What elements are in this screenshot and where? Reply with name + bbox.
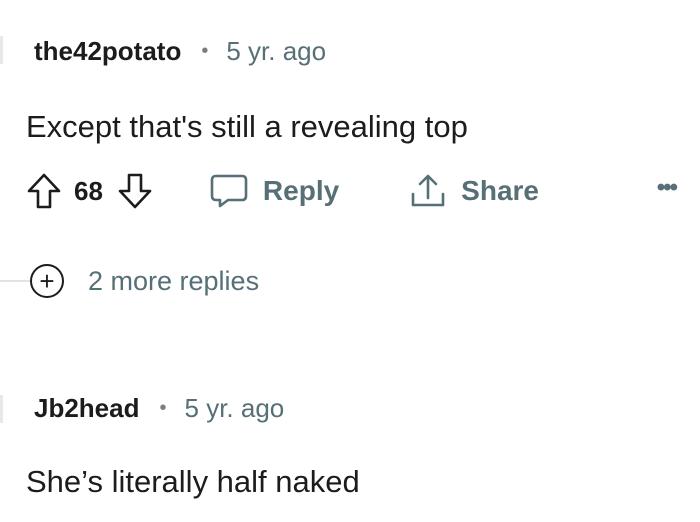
separator-dot: •	[201, 40, 209, 62]
vote-group: 68	[26, 172, 153, 210]
vote-count: 68	[74, 175, 103, 206]
thread-connector	[0, 280, 30, 282]
reply-label: Reply	[262, 175, 340, 206]
comment-author[interactable]: the42potato	[34, 36, 181, 66]
speech-bubble-icon	[210, 174, 248, 208]
reply-button[interactable]: Reply	[209, 173, 339, 209]
upvote-button[interactable]	[26, 172, 62, 210]
share-button[interactable]: Share	[409, 172, 539, 210]
plus-circle-icon[interactable]: +	[30, 264, 64, 298]
more-options-button[interactable]: •••	[656, 174, 678, 202]
more-replies-row[interactable]: + 2 more replies	[0, 262, 259, 300]
share-icon	[411, 174, 445, 207]
thread-line[interactable]	[0, 395, 3, 423]
ellipsis-icon: •••	[656, 174, 678, 201]
separator-dot: •	[159, 397, 167, 419]
comment-timestamp[interactable]: 5 yr. ago	[185, 393, 285, 423]
share-label: Share	[461, 175, 539, 206]
arrow-up-icon	[27, 173, 61, 209]
comment-timestamp[interactable]: 5 yr. ago	[226, 36, 326, 66]
thread-line[interactable]	[0, 36, 3, 64]
comment-body: Except that's still a revealing top	[26, 109, 468, 144]
comment-author[interactable]: Jb2head	[34, 393, 140, 423]
comment-header: the42potato • 5 yr. ago	[34, 36, 326, 66]
arrow-down-icon	[118, 173, 152, 209]
downvote-button[interactable]	[117, 172, 153, 210]
comment-body: She’s literally half naked	[26, 464, 360, 499]
comment-action-bar: 68 Reply Share •••	[26, 170, 686, 212]
comment-thread: the42potato • 5 yr. ago Except that's st…	[0, 0, 700, 522]
comment-header: Jb2head • 5 yr. ago	[34, 393, 284, 423]
more-replies-link[interactable]: 2 more replies	[88, 266, 259, 297]
